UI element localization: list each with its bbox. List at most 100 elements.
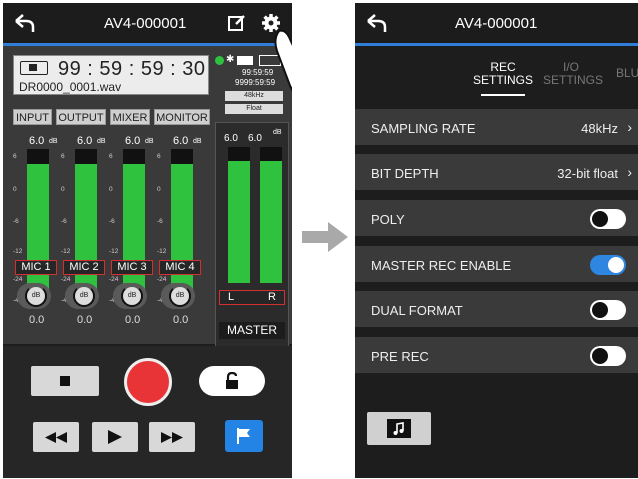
channel-peak: 6.0 bbox=[125, 135, 141, 147]
meter-fill bbox=[75, 164, 97, 299]
tab-mixer[interactable]: MIXER bbox=[110, 109, 150, 125]
master-r-label: R bbox=[268, 291, 276, 303]
play-icon bbox=[108, 430, 122, 444]
time-counter: 99 : 59 : 59 : 30 DR0000_0001.wav bbox=[13, 55, 209, 95]
record-button[interactable] bbox=[124, 358, 172, 406]
scale-mark: -6 bbox=[109, 218, 115, 225]
master-lr-label: L R bbox=[219, 290, 285, 305]
play-button[interactable] bbox=[92, 422, 138, 452]
tab-rec-settings[interactable]: REC SETTINGS bbox=[470, 61, 536, 96]
scale-mark: -6 bbox=[13, 218, 19, 225]
fast-forward-icon bbox=[161, 432, 183, 443]
music-file-icon bbox=[387, 419, 411, 438]
level-meter: A bbox=[27, 149, 49, 299]
channel-value: 0.0 bbox=[77, 314, 93, 326]
tab-input[interactable]: INPUT bbox=[13, 109, 52, 125]
rewind-icon bbox=[45, 432, 67, 443]
setting-row-master-rec-enable[interactable]: MASTER REC ENABLE bbox=[355, 246, 638, 282]
gain-knob[interactable]: dB bbox=[17, 283, 51, 309]
usb-icon bbox=[237, 56, 253, 65]
channel-unit: dB bbox=[145, 138, 154, 145]
bluetooth-icon: ✱ bbox=[226, 54, 235, 65]
setting-row-dual-format[interactable]: DUAL FORMAT bbox=[355, 291, 638, 327]
recorder-panel: 99 : 59 : 59 : 30 DR0000_0001.wav ✱ 99:5… bbox=[3, 46, 292, 384]
toggle-switch[interactable] bbox=[590, 209, 626, 229]
stop-button[interactable] bbox=[31, 366, 99, 396]
flag-icon bbox=[237, 428, 250, 444]
edit-icon[interactable] bbox=[227, 13, 247, 33]
scale-mark: 6 bbox=[61, 153, 65, 160]
channel-unit: dB bbox=[97, 138, 106, 145]
channel-value: 0.0 bbox=[29, 314, 45, 326]
toggle-knob bbox=[592, 348, 608, 364]
channel-unit: dB bbox=[49, 138, 58, 145]
transport-controls bbox=[3, 346, 292, 478]
setting-row-pre-rec[interactable]: PRE REC bbox=[355, 337, 638, 373]
scale-mark: 0 bbox=[61, 186, 65, 193]
active-tab-underline bbox=[481, 94, 525, 96]
scale-mark: 6 bbox=[13, 153, 17, 160]
setting-row-sampling-rate[interactable]: SAMPLING RATE 48kHz › bbox=[355, 109, 638, 145]
channel-label[interactable]: MIC 3 bbox=[111, 260, 153, 275]
recorder-main-screen: AV4-000001 99 : 59 : 59 : 30 DR0000_0001… bbox=[3, 3, 292, 478]
chevron-right-icon: › bbox=[627, 119, 632, 135]
meter-fill bbox=[228, 160, 250, 283]
settings-screen: AV4-000001 REC SETTINGS I/O SETTINGS BLU… bbox=[355, 3, 638, 478]
remain-time-2: 9999:59:59 bbox=[235, 78, 276, 87]
back-arrow-icon[interactable] bbox=[13, 13, 35, 33]
master-label: MASTER bbox=[219, 322, 285, 339]
tab-output[interactable]: OUTPUT bbox=[56, 109, 106, 125]
channel-label[interactable]: MIC 2 bbox=[63, 260, 105, 275]
settings-tabs: REC SETTINGS I/O SETTINGS BLU bbox=[355, 46, 638, 104]
setting-row-bit-depth[interactable]: BIT DEPTH 32-bit float › bbox=[355, 154, 638, 190]
gain-knob[interactable]: dB bbox=[65, 283, 99, 309]
tab-io-settings[interactable]: I/O SETTINGS bbox=[543, 61, 604, 87]
knob-label: dB bbox=[27, 287, 45, 305]
fast-forward-button[interactable] bbox=[149, 422, 195, 452]
tab-label-line2: SETTINGS bbox=[543, 73, 604, 87]
scale-mark: -24 bbox=[109, 276, 119, 283]
scale-mark: -12 bbox=[13, 248, 23, 255]
device-title: AV4-000001 bbox=[455, 15, 538, 32]
meter-fill bbox=[27, 164, 49, 299]
toggle-switch[interactable] bbox=[590, 300, 626, 320]
scale-mark: -6 bbox=[157, 218, 163, 225]
stop-status-icon bbox=[20, 61, 48, 75]
tab-monitor[interactable]: MONITOR bbox=[154, 109, 210, 125]
toggle-switch[interactable] bbox=[590, 346, 626, 366]
gain-knob[interactable]: dB bbox=[161, 283, 195, 309]
setting-value: 32-bit float bbox=[557, 166, 618, 181]
level-meter: A bbox=[171, 149, 193, 299]
lock-button[interactable] bbox=[199, 366, 265, 396]
scale-mark: 0 bbox=[109, 186, 113, 193]
scale-mark: -24 bbox=[61, 276, 71, 283]
unlock-icon bbox=[226, 372, 238, 389]
knob-label: dB bbox=[75, 287, 93, 305]
scale-mark: -12 bbox=[61, 248, 71, 255]
channel-label[interactable]: MIC 4 bbox=[159, 260, 201, 275]
tap-hand-icon bbox=[274, 29, 292, 92]
device-title: AV4-000001 bbox=[104, 15, 187, 32]
setting-label: POLY bbox=[371, 212, 405, 227]
gain-knob[interactable]: dB bbox=[113, 283, 147, 309]
channel-value: 0.0 bbox=[173, 314, 189, 326]
file-button[interactable] bbox=[367, 412, 431, 445]
master-peak-r: 6.0 bbox=[248, 133, 262, 144]
scale-mark: -12 bbox=[109, 248, 119, 255]
rewind-button[interactable] bbox=[33, 422, 79, 452]
setting-row-poly[interactable]: POLY bbox=[355, 200, 638, 236]
level-meter: A bbox=[75, 149, 97, 299]
master-unit: dB bbox=[273, 129, 282, 136]
tab-bluetooth[interactable]: BLU bbox=[616, 67, 638, 80]
scale-mark: 0 bbox=[157, 186, 161, 193]
master-l-label: L bbox=[228, 291, 235, 303]
mark-button[interactable] bbox=[225, 420, 263, 452]
back-arrow-icon[interactable] bbox=[365, 13, 387, 33]
setting-value: 48kHz bbox=[581, 121, 618, 136]
master-peak-l: 6.0 bbox=[224, 133, 238, 144]
channel-label[interactable]: MIC 1 bbox=[15, 260, 57, 275]
scale-mark: 0 bbox=[13, 186, 17, 193]
toggle-switch[interactable] bbox=[590, 255, 626, 275]
format-badge: Float bbox=[225, 104, 283, 114]
top-bar: AV4-000001 bbox=[3, 3, 292, 43]
